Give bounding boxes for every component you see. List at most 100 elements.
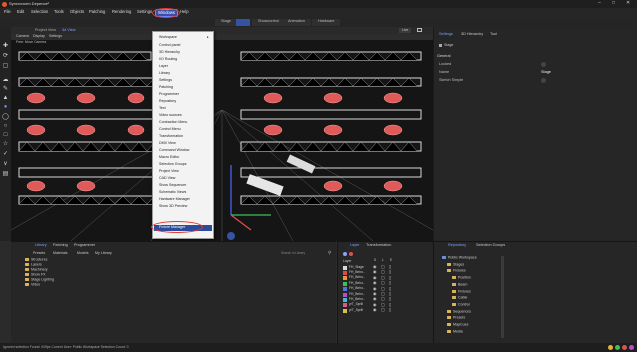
star-tool-icon[interactable]: ☆ bbox=[2, 141, 9, 148]
pen-tool-icon[interactable]: ✎ bbox=[2, 86, 9, 93]
menu-item-programmer[interactable]: Programmer bbox=[159, 92, 179, 97]
lock-icon[interactable]: ▢ bbox=[381, 308, 385, 312]
lock-icon[interactable]: ▢ bbox=[381, 270, 385, 274]
repository-tree-item[interactable]: Media bbox=[447, 329, 463, 334]
close-icon[interactable]: ✕ bbox=[626, 1, 630, 6]
tab-tool[interactable]: Tool bbox=[490, 32, 497, 37]
tab-programmer[interactable]: Programmer bbox=[74, 243, 95, 248]
edit-icon[interactable]: ▯ bbox=[389, 286, 391, 291]
edit-icon[interactable]: ▯ bbox=[389, 270, 391, 274]
edit-icon[interactable]: ▯ bbox=[389, 302, 391, 307]
repository-tree-item[interactable]: MapCues bbox=[447, 323, 468, 327]
menu-item-macro-editor[interactable]: Macro Editor bbox=[159, 155, 179, 160]
tab-settings[interactable]: Settings bbox=[439, 32, 453, 37]
minimize-icon[interactable]: – bbox=[598, 1, 601, 6]
menu-item-library[interactable]: Library bbox=[159, 71, 170, 76]
edit-icon[interactable]: ▯ bbox=[389, 275, 391, 280]
menu-item-layer[interactable]: Layer bbox=[159, 64, 168, 69]
edit-icon[interactable]: ▯ bbox=[389, 308, 391, 312]
menu-item-dmx-view[interactable]: DMX View bbox=[159, 141, 176, 146]
tab-patching[interactable]: Patching bbox=[53, 243, 68, 248]
eye-icon[interactable]: ◉ bbox=[373, 270, 377, 274]
menu-item-3d-hierarchy[interactable]: 3D Hierarchy bbox=[159, 50, 180, 55]
menu-edit[interactable]: Edit bbox=[17, 9, 24, 14]
repository-tree-item[interactable]: Public Workspace bbox=[442, 256, 477, 260]
viewport-maximize-icon[interactable] bbox=[417, 28, 422, 32]
menu-rendering[interactable]: Rendering bbox=[112, 9, 131, 14]
maximize-icon[interactable]: □ bbox=[612, 1, 615, 6]
tab-3d-view[interactable]: 3d View bbox=[62, 28, 75, 33]
add-layer-icon[interactable] bbox=[343, 252, 347, 256]
viewport-camera-menu[interactable]: Camera bbox=[16, 34, 29, 39]
repository-tree-item[interactable]: Cable bbox=[452, 296, 467, 300]
menu-item-text[interactable]: Text bbox=[159, 106, 166, 111]
library-tree-item[interactable]: Structures bbox=[25, 258, 47, 262]
tab-layer[interactable]: Layer bbox=[350, 243, 360, 248]
library-tree-item[interactable]: Machinery bbox=[25, 268, 48, 272]
tab-library[interactable]: Library bbox=[35, 243, 47, 248]
menu-patching[interactable]: Patching bbox=[89, 9, 105, 14]
lock-icon[interactable]: ▢ bbox=[381, 281, 385, 285]
menu-settings[interactable]: Settings bbox=[137, 9, 152, 14]
eye-icon[interactable]: ◉ bbox=[373, 275, 377, 280]
eye-icon[interactable]: ◉ bbox=[373, 302, 377, 307]
eye-icon[interactable]: ◉ bbox=[373, 297, 377, 301]
tab-stage[interactable]: Stage bbox=[215, 19, 237, 26]
menu-item-control-menu[interactable]: Control Menu bbox=[159, 127, 181, 132]
eye-icon[interactable]: ◉ bbox=[373, 286, 377, 291]
repository-tree-item[interactable]: Control bbox=[452, 303, 470, 307]
viewport-display-menu[interactable]: Display bbox=[33, 34, 45, 39]
library-tree-item[interactable]: Show FX bbox=[25, 273, 46, 277]
menu-item-repository[interactable]: Repository bbox=[159, 99, 176, 104]
lock-icon[interactable]: ▢ bbox=[381, 275, 385, 280]
cloud-tool-icon[interactable]: ☁ bbox=[2, 77, 9, 84]
eye-icon[interactable]: ◉ bbox=[373, 308, 377, 312]
library-search-input[interactable]: Search in Library bbox=[281, 251, 305, 255]
menu-tools[interactable]: Tools bbox=[54, 9, 64, 14]
filter-materials[interactable]: Materials bbox=[53, 251, 68, 256]
tab-project-view[interactable]: Project View bbox=[35, 28, 56, 33]
menu-item-patching[interactable]: Patching bbox=[159, 85, 173, 90]
edit-icon[interactable]: ▯ bbox=[389, 281, 391, 285]
circle-tool-icon[interactable]: ○ bbox=[2, 123, 9, 130]
layer-row[interactable]: FH_Beho.. ◉ ▢ ▯ bbox=[342, 286, 402, 292]
menu-file[interactable]: File bbox=[4, 9, 11, 14]
menu-item-transformation[interactable]: Transformation bbox=[159, 134, 183, 139]
tab-active-mode[interactable] bbox=[236, 19, 250, 26]
menu-item-command-window[interactable]: Command Window bbox=[159, 148, 189, 153]
library-tree-item[interactable]: Video bbox=[25, 283, 40, 287]
library-tree-item[interactable]: Lasers bbox=[25, 263, 42, 267]
tab-hardware[interactable]: Hardware bbox=[312, 19, 341, 26]
filter-presets[interactable]: Presets bbox=[33, 251, 45, 256]
menu-item-show-sequencer[interactable]: Show Sequencer bbox=[159, 183, 186, 188]
repository-tree-item[interactable]: Fixtures bbox=[447, 269, 466, 273]
repository-tree-item[interactable]: Stages bbox=[447, 262, 464, 267]
lock-icon[interactable]: ▢ bbox=[381, 297, 385, 301]
move-tool-icon[interactable]: ✚ bbox=[2, 43, 9, 50]
tab-animation[interactable]: Animation bbox=[282, 19, 311, 26]
lock-icon[interactable]: ▢ bbox=[381, 286, 385, 291]
library-tree-item[interactable]: Stage Lighting bbox=[25, 278, 54, 282]
menu-item-control-panel[interactable]: Control panel bbox=[159, 43, 180, 48]
eye-icon[interactable]: ◉ bbox=[373, 281, 377, 285]
tab-transformation[interactable]: Transformation bbox=[366, 243, 391, 248]
lock-icon[interactable]: ▢ bbox=[381, 302, 385, 307]
chevron-down-icon[interactable]: ∨ bbox=[2, 161, 9, 168]
lock-icon[interactable]: ▢ bbox=[381, 292, 385, 296]
sketch-simple-checkbox[interactable] bbox=[541, 78, 546, 83]
viewport-settings-menu[interactable]: Settings bbox=[49, 34, 62, 39]
locked-checkbox[interactable] bbox=[541, 62, 546, 67]
menu-help[interactable]: Help bbox=[180, 9, 189, 14]
rotate-tool-icon[interactable]: ⟳ bbox=[2, 53, 9, 60]
menu-item-settings[interactable]: Settings bbox=[159, 78, 172, 83]
check-tool-icon[interactable]: ✓ bbox=[2, 151, 9, 158]
menu-item-schematic-views[interactable]: Schematic Views bbox=[159, 190, 186, 195]
cylinder-tool-icon[interactable]: ◯ bbox=[2, 114, 9, 121]
repository-tree-item[interactable]: Position bbox=[452, 276, 471, 280]
filter-my-library[interactable]: My Library bbox=[95, 251, 112, 256]
prop-value-name[interactable]: Stage bbox=[541, 70, 551, 75]
filter-models[interactable]: Models bbox=[77, 251, 89, 256]
fill-tool-icon[interactable]: ▲ bbox=[2, 95, 9, 102]
menu-item-selection-groups[interactable]: Selection Groups bbox=[159, 162, 187, 167]
layer-row[interactable]: yrT_Spriil ◉ ▢ ▯ bbox=[342, 308, 402, 313]
